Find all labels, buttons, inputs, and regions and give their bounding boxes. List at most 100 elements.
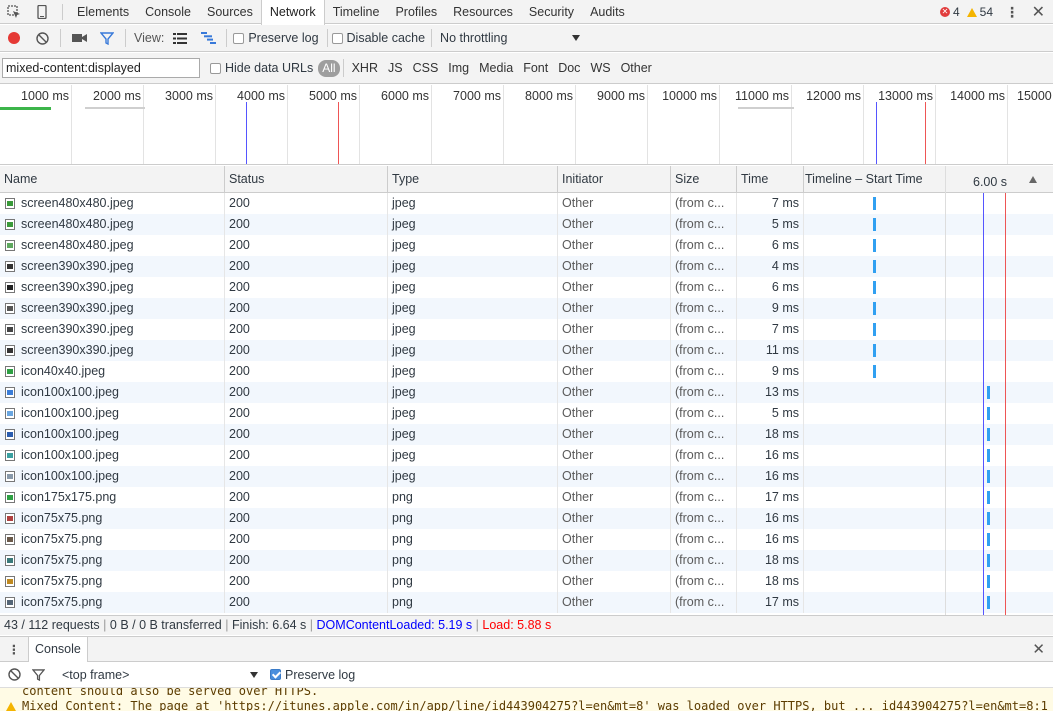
table-row[interactable]: screen390x390.jpeg 200 jpeg Other (from c...… bbox=[0, 256, 1053, 277]
timeline-bar[interactable] bbox=[873, 302, 876, 315]
inspect-element-icon[interactable] bbox=[0, 0, 28, 24]
column-header-status[interactable]: Status bbox=[225, 166, 388, 193]
tab-sources[interactable]: Sources bbox=[199, 0, 261, 24]
column-header-type[interactable]: Type bbox=[388, 166, 558, 193]
timeline-bar[interactable] bbox=[987, 449, 990, 462]
filter-type-ws[interactable]: WS bbox=[585, 58, 615, 78]
column-header-timeline[interactable]: Timeline – Start Time 6.00 s bbox=[804, 166, 1053, 193]
checkbox-box[interactable] bbox=[233, 32, 245, 44]
filter-type-all[interactable]: All bbox=[318, 59, 340, 77]
tab-elements[interactable]: Elements bbox=[69, 0, 137, 24]
console-preserve-log-checkbox[interactable]: Preserve log bbox=[270, 668, 355, 682]
timeline-bar[interactable] bbox=[873, 239, 876, 252]
cell-name[interactable]: screen390x390.jpeg bbox=[0, 298, 225, 319]
filter-input[interactable] bbox=[2, 58, 200, 78]
cell-name[interactable]: icon40x40.jpeg bbox=[0, 361, 225, 382]
record-button[interactable] bbox=[0, 25, 28, 51]
drawer-menu-icon[interactable]: ⋮ bbox=[0, 642, 28, 657]
column-header-initiator[interactable]: Initiator bbox=[558, 166, 671, 193]
tab-network[interactable]: Network bbox=[260, 0, 325, 25]
cell-name[interactable]: icon100x100.jpeg bbox=[0, 466, 225, 487]
table-row[interactable]: screen480x480.jpeg 200 jpeg Other (from c...… bbox=[0, 235, 1053, 256]
cell-name[interactable]: screen390x390.jpeg bbox=[0, 319, 225, 340]
disable-cache-checkbox[interactable]: Disable cache bbox=[331, 31, 425, 45]
cell-name[interactable]: icon75x75.png bbox=[0, 550, 225, 571]
column-header-time[interactable]: Time bbox=[737, 166, 804, 193]
filter-type-xhr[interactable]: XHR bbox=[347, 58, 383, 78]
timeline-bar[interactable] bbox=[987, 554, 990, 567]
table-row[interactable]: icon100x100.jpeg 200 jpeg Other (from c... 5 … bbox=[0, 403, 1053, 424]
overview-toggle[interactable] bbox=[194, 25, 222, 51]
timeline-bar[interactable] bbox=[987, 386, 990, 399]
close-icon[interactable]: ✕ bbox=[1032, 2, 1045, 22]
cell-name[interactable]: screen480x480.jpeg bbox=[0, 235, 225, 256]
cell-name[interactable]: screen390x390.jpeg bbox=[0, 340, 225, 361]
throttling-select[interactable]: No throttling bbox=[440, 31, 581, 45]
table-row[interactable]: icon100x100.jpeg 200 jpeg Other (from c... 18… bbox=[0, 424, 1053, 445]
table-row[interactable]: icon100x100.jpeg 200 jpeg Other (from c... 16… bbox=[0, 466, 1053, 487]
filter-type-css[interactable]: CSS bbox=[408, 58, 444, 78]
timeline-bar[interactable] bbox=[873, 365, 876, 378]
timeline-bar[interactable] bbox=[987, 596, 990, 609]
timeline-bar[interactable] bbox=[987, 407, 990, 420]
table-row[interactable]: screen390x390.jpeg 200 jpeg Other (from c...… bbox=[0, 277, 1053, 298]
network-overview[interactable]: 1000 ms 2000 ms 3000 ms 4000 ms 5000 ms 6000 … bbox=[0, 85, 1053, 165]
tab-console[interactable]: Console bbox=[137, 0, 199, 24]
checkbox-box[interactable] bbox=[210, 62, 221, 74]
filter-button[interactable] bbox=[93, 25, 121, 51]
table-row[interactable]: icon75x75.png 200 png Other (from c... 16 ms bbox=[0, 508, 1053, 529]
timeline-bar[interactable] bbox=[987, 428, 990, 441]
table-row[interactable]: icon40x40.jpeg 200 jpeg Other (from c... 9 ms bbox=[0, 361, 1053, 382]
tab-timeline[interactable]: Timeline bbox=[325, 0, 388, 24]
cell-name[interactable]: icon175x175.png bbox=[0, 487, 225, 508]
drawer-close-icon[interactable]: ✕ bbox=[1032, 640, 1045, 658]
cell-name[interactable]: screen480x480.jpeg bbox=[0, 214, 225, 235]
cell-name[interactable]: icon100x100.jpeg bbox=[0, 403, 225, 424]
preserve-log-checkbox[interactable]: Preserve log bbox=[233, 31, 319, 45]
timeline-bar[interactable] bbox=[873, 281, 876, 294]
tab-security[interactable]: Security bbox=[521, 0, 582, 24]
context-select[interactable]: <top frame> bbox=[62, 668, 258, 682]
table-row[interactable]: icon75x75.png 200 png Other (from c... 16 ms bbox=[0, 529, 1053, 550]
table-row[interactable]: icon100x100.jpeg 200 jpeg Other (from c... 13… bbox=[0, 382, 1053, 403]
checkbox-box[interactable] bbox=[331, 32, 343, 44]
filter-type-other[interactable]: Other bbox=[616, 58, 657, 78]
table-row[interactable]: screen390x390.jpeg 200 jpeg Other (from c...… bbox=[0, 298, 1053, 319]
cell-name[interactable]: screen390x390.jpeg bbox=[0, 256, 225, 277]
tab-audits[interactable]: Audits bbox=[582, 0, 633, 24]
filter-type-doc[interactable]: Doc bbox=[553, 58, 585, 78]
table-row[interactable]: icon100x100.jpeg 200 jpeg Other (from c... 16… bbox=[0, 445, 1053, 466]
tab-resources[interactable]: Resources bbox=[445, 0, 521, 24]
timeline-bar[interactable] bbox=[873, 344, 876, 357]
timeline-bar[interactable] bbox=[987, 575, 990, 588]
filter-type-img[interactable]: Img bbox=[443, 58, 474, 78]
filter-type-media[interactable]: Media bbox=[474, 58, 518, 78]
console-clear-button[interactable] bbox=[0, 662, 28, 688]
table-row[interactable]: icon75x75.png 200 png Other (from c... 17 ms bbox=[0, 592, 1053, 613]
capture-screenshots-button[interactable] bbox=[65, 25, 93, 51]
table-row[interactable]: icon75x75.png 200 png Other (from c... 18 ms bbox=[0, 571, 1053, 592]
filter-type-js[interactable]: JS bbox=[383, 58, 408, 78]
timeline-bar[interactable] bbox=[873, 260, 876, 273]
filter-type-font[interactable]: Font bbox=[518, 58, 553, 78]
table-row[interactable]: screen390x390.jpeg 200 jpeg Other (from c...… bbox=[0, 319, 1053, 340]
timeline-bar[interactable] bbox=[987, 470, 990, 483]
table-row[interactable]: icon175x175.png 200 png Other (from c... 17 m… bbox=[0, 487, 1053, 508]
cell-name[interactable]: screen480x480.jpeg bbox=[0, 193, 225, 214]
timeline-bar[interactable] bbox=[987, 512, 990, 525]
timeline-bar[interactable] bbox=[987, 533, 990, 546]
table-row[interactable]: icon75x75.png 200 png Other (from c... 18 ms bbox=[0, 550, 1053, 571]
column-header-name[interactable]: Name bbox=[0, 166, 225, 193]
timeline-bar[interactable] bbox=[987, 491, 990, 504]
cell-name[interactable]: icon75x75.png bbox=[0, 571, 225, 592]
clear-button[interactable] bbox=[28, 25, 56, 51]
cell-name[interactable]: icon75x75.png bbox=[0, 508, 225, 529]
checkbox-box[interactable] bbox=[270, 669, 281, 680]
cell-name[interactable]: icon100x100.jpeg bbox=[0, 382, 225, 403]
cell-name[interactable]: icon100x100.jpeg bbox=[0, 424, 225, 445]
timeline-bar[interactable] bbox=[873, 323, 876, 336]
hide-data-urls-checkbox[interactable]: Hide data URLs bbox=[210, 61, 313, 75]
cell-name[interactable]: icon75x75.png bbox=[0, 529, 225, 550]
cell-name[interactable]: icon100x100.jpeg bbox=[0, 445, 225, 466]
console-filter-button[interactable] bbox=[28, 662, 48, 688]
